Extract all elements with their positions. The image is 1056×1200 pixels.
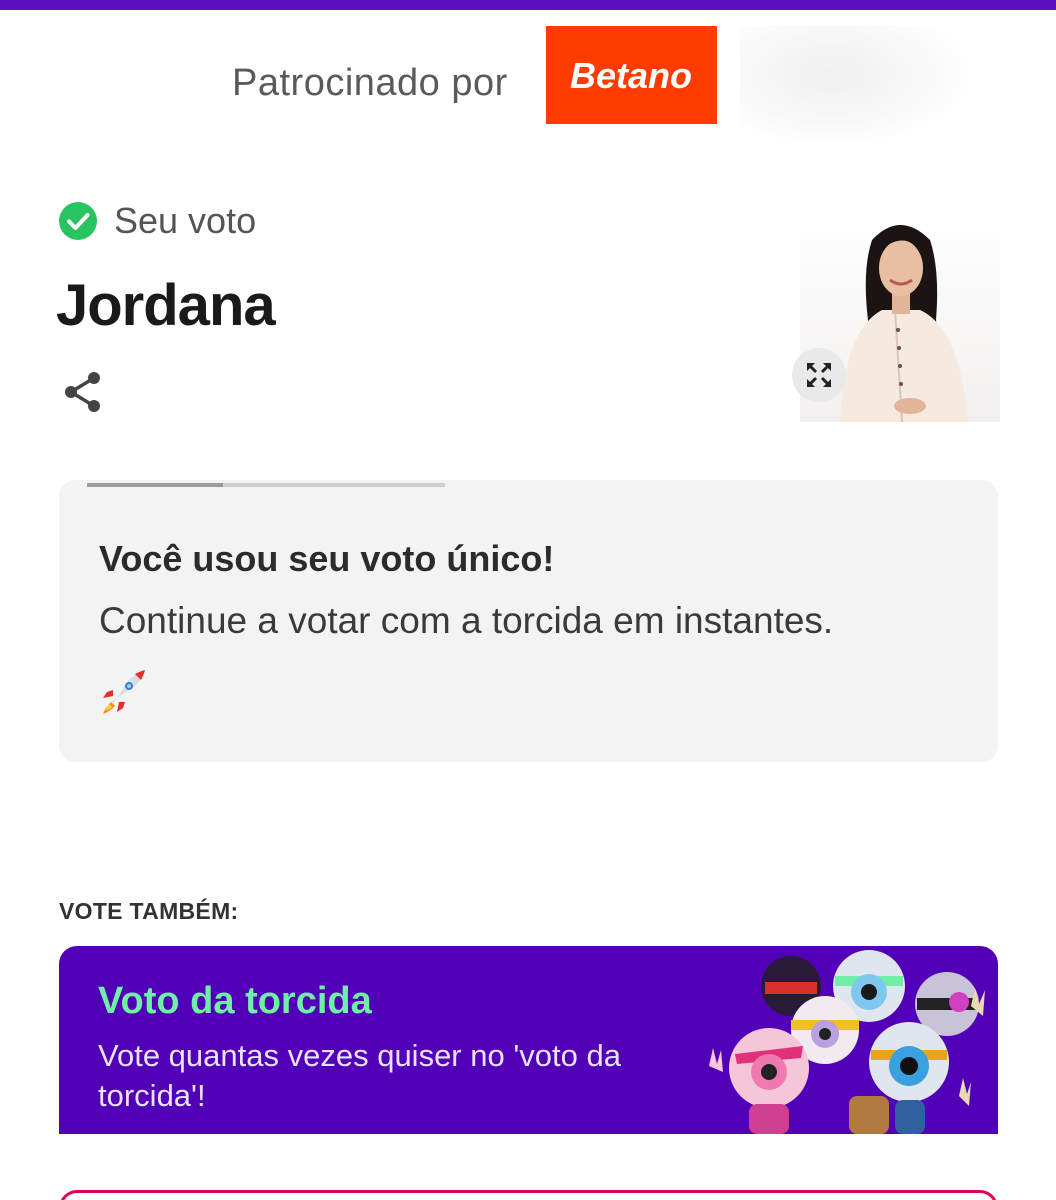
cooldown-progress-bar bbox=[87, 483, 445, 487]
vote-confirmation-card: Você usou seu voto único! Continue a vot… bbox=[59, 480, 998, 762]
top-accent-bar bbox=[0, 0, 1056, 10]
next-card-edge[interactable] bbox=[59, 1190, 998, 1200]
sponsor-label: Patrocinado por bbox=[232, 62, 508, 104]
betano-logo-text: Betano bbox=[570, 55, 692, 96]
betano-logo[interactable]: Betano bbox=[546, 26, 717, 124]
rocket-icon bbox=[103, 670, 145, 714]
confirmation-title: Você usou seu voto único! bbox=[99, 538, 555, 579]
sponsor-background-blur bbox=[740, 26, 970, 146]
confirmation-message: Continue a votar com a torcida em instan… bbox=[99, 600, 834, 641]
cooldown-progress-fill bbox=[87, 483, 224, 487]
candidate-name: Jordana bbox=[56, 273, 276, 338]
torcida-card-title: Voto da torcida bbox=[98, 980, 372, 1022]
expand-icon bbox=[807, 363, 831, 387]
bbb-mascots-illustration bbox=[709, 950, 985, 1134]
share-icon[interactable] bbox=[62, 370, 104, 414]
your-vote-header: Seu voto bbox=[58, 200, 256, 242]
voto-da-torcida-card[interactable]: Voto da torcida Vote quantas vezes quise… bbox=[59, 946, 998, 1134]
expand-photo-button[interactable] bbox=[792, 348, 846, 402]
sponsor-banner: Patrocinado por Betano bbox=[0, 10, 1056, 150]
check-circle-icon bbox=[59, 202, 97, 240]
torcida-card-description: Vote quantas vezes quiser no 'voto da to… bbox=[98, 1038, 621, 1113]
vote-also-heading: VOTE TAMBÉM: bbox=[59, 898, 239, 924]
your-vote-label: Seu voto bbox=[114, 200, 257, 241]
